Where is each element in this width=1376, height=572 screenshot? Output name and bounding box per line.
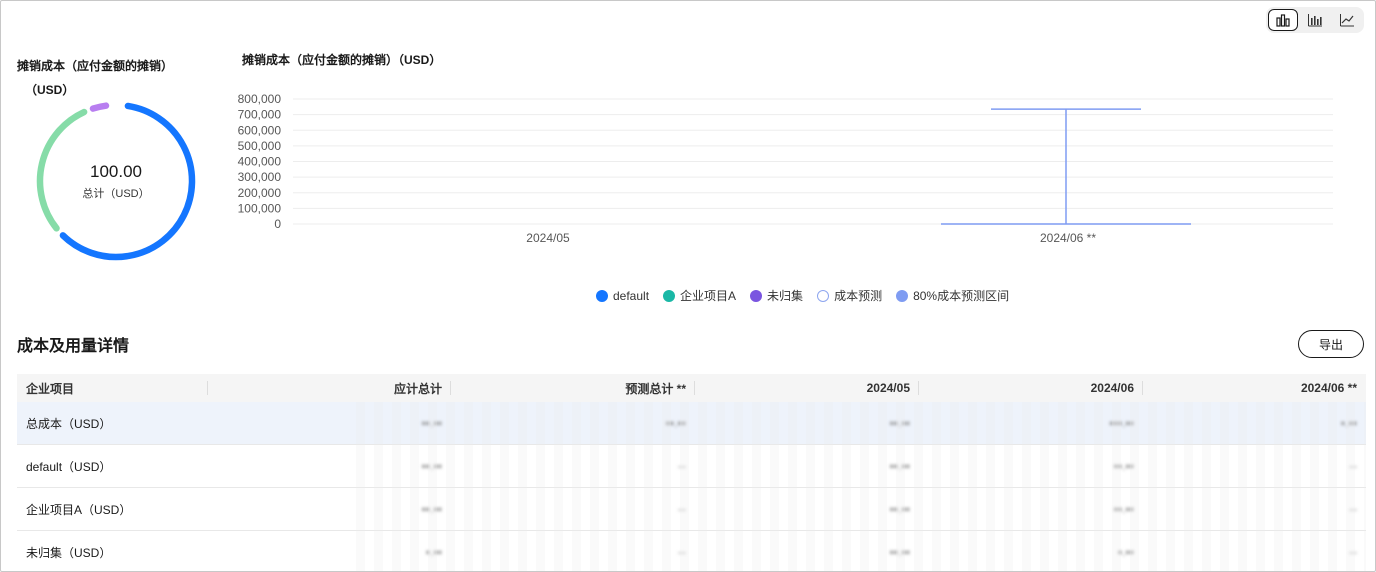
legend-label: 80%成本预测区间: [913, 289, 1010, 303]
table-row: 总成本（USD） ▪▪.▪▪ ▪▪.▪▪ ▪▪.▪▪ ▪▪▪.▪▪ ▪.▪▪: [17, 402, 1366, 445]
table-cell: ▪▪▪.▪▪: [1109, 416, 1134, 430]
row-label: 总成本（USD）: [26, 416, 112, 431]
table-cell: ▪.▪▪: [425, 545, 442, 559]
y-tick-label: 700,000: [238, 108, 282, 122]
legend-item[interactable]: 80%成本预测区间: [896, 287, 1009, 304]
table-row: 未归集（USD） ▪.▪▪ -- ▪▪.▪▪ ▪.▪▪ --: [17, 531, 1366, 571]
cost-detail-table: 企业项目 应计总计 预测总计 ** 2024/05 2024/06 2024/0…: [17, 374, 1366, 571]
x-tick-label: 2024/06 **: [1040, 231, 1096, 245]
header-2024-06-forecast[interactable]: 2024/06 **: [1143, 374, 1366, 402]
line-chart-button[interactable]: [1332, 9, 1362, 31]
table-cell: ▪▪.▪▪: [1113, 502, 1134, 516]
legend-item[interactable]: 成本预测: [817, 287, 882, 304]
table-cell: --: [678, 459, 686, 473]
table-cell: --: [678, 545, 686, 559]
table-cell: ▪▪.▪▪: [421, 416, 442, 430]
donut-chart: 100.00 总计（USD）: [31, 96, 201, 266]
legend-item[interactable]: 未归集: [750, 287, 803, 304]
cost-analysis-panel: 摊销成本（应付金额的摊销） （USD） 100.00 总计（USD） 摊销成本（…: [0, 0, 1376, 572]
table-header: 企业项目 应计总计 预测总计 ** 2024/05 2024/06 2024/0…: [17, 374, 1366, 402]
table-cell: ▪.▪▪: [1340, 416, 1357, 430]
donut-total-label: 总计（USD）: [82, 187, 150, 200]
table-cell: --: [1349, 502, 1357, 516]
legend-marker-icon: [896, 289, 909, 302]
header-forecast-total[interactable]: 预测总计 **: [451, 374, 695, 402]
row-label: 未归集（USD）: [26, 545, 112, 560]
chart-title: 摊销成本（应付金额的摊销）（USD）: [242, 53, 442, 67]
row-label: default（USD）: [26, 459, 112, 474]
table-cell: --: [678, 502, 686, 516]
donut-title-line1: 摊销成本（应付金额的摊销）: [17, 59, 174, 73]
header-enterprise-project[interactable]: 企业项目: [17, 374, 208, 402]
legend-marker-icon: [596, 289, 608, 302]
column-chart-button[interactable]: [1300, 9, 1330, 31]
table-cell: ▪▪.▪▪: [421, 502, 442, 516]
bar-chart-icon: [1276, 14, 1290, 27]
legend-label: 未归集: [767, 289, 804, 303]
legend-marker-icon: [817, 289, 830, 302]
y-tick-label: 300,000: [238, 170, 282, 184]
table-cell: --: [1349, 459, 1357, 473]
table-cell: --: [1349, 545, 1357, 559]
bar-chart-button[interactable]: [1268, 9, 1298, 31]
donut-total-value: 100.00: [90, 161, 142, 181]
y-tick-label: 800,000: [238, 92, 282, 106]
donut-title: 摊销成本（应付金额的摊销） （USD）: [17, 54, 187, 102]
section-title: 成本及用量详情: [17, 338, 130, 355]
export-button[interactable]: 导出: [1298, 330, 1364, 358]
legend-marker-icon: [663, 289, 676, 302]
table-cell: ▪▪.▪▪: [889, 459, 910, 473]
table-cell: ▪▪.▪▪: [665, 416, 686, 430]
row-label: 企业项目A（USD）: [26, 502, 132, 517]
y-tick-label: 400,000: [238, 155, 282, 169]
header-accrued-total[interactable]: 应计总计: [207, 374, 451, 402]
chart-legend: default 企业项目A 未归集 成本预测 80%成本预测区间: [596, 287, 1009, 304]
legend-item[interactable]: default: [596, 287, 649, 304]
cost-trend-chart: 800,000 700,000600,000 500,000 400,000300,0…: [238, 92, 1333, 245]
legend-label: 成本预测: [834, 289, 883, 303]
x-tick-label: 2024/05: [526, 231, 570, 245]
chart-type-switcher: [1266, 7, 1364, 33]
y-tick-label: 0: [274, 217, 281, 231]
table-cell: ▪▪.▪▪: [889, 502, 910, 516]
donut-center: 100.00 总计（USD）: [31, 96, 201, 266]
header-2024-05[interactable]: 2024/05: [695, 374, 919, 402]
legend-label: 企业项目A: [680, 289, 737, 303]
table-cell: ▪▪.▪▪: [889, 416, 910, 430]
y-tick-label: 500,000: [238, 139, 282, 153]
y-tick-label: 100,000: [238, 201, 282, 215]
table-row: 企业项目A（USD） ▪▪.▪▪ -- ▪▪.▪▪ ▪▪.▪▪ --: [17, 488, 1366, 531]
line-chart-icon: [1340, 14, 1354, 27]
table-cell: ▪▪.▪▪: [421, 459, 442, 473]
y-tick-label: 600,000: [238, 123, 282, 137]
column-chart-icon: [1308, 14, 1322, 27]
legend-label: default: [613, 288, 650, 303]
y-tick-label: 200,000: [238, 186, 282, 200]
table-cell: ▪.▪▪: [1117, 545, 1134, 559]
legend-marker-icon: [750, 289, 763, 302]
table-cell: ▪▪.▪▪: [889, 545, 910, 559]
legend-item[interactable]: 企业项目A: [663, 287, 736, 304]
table-cell: ▪▪.▪▪: [1113, 459, 1134, 473]
header-2024-06[interactable]: 2024/06: [919, 374, 1143, 402]
table-row: default（USD） ▪▪.▪▪ -- ▪▪.▪▪ ▪▪.▪▪ --: [17, 445, 1366, 488]
